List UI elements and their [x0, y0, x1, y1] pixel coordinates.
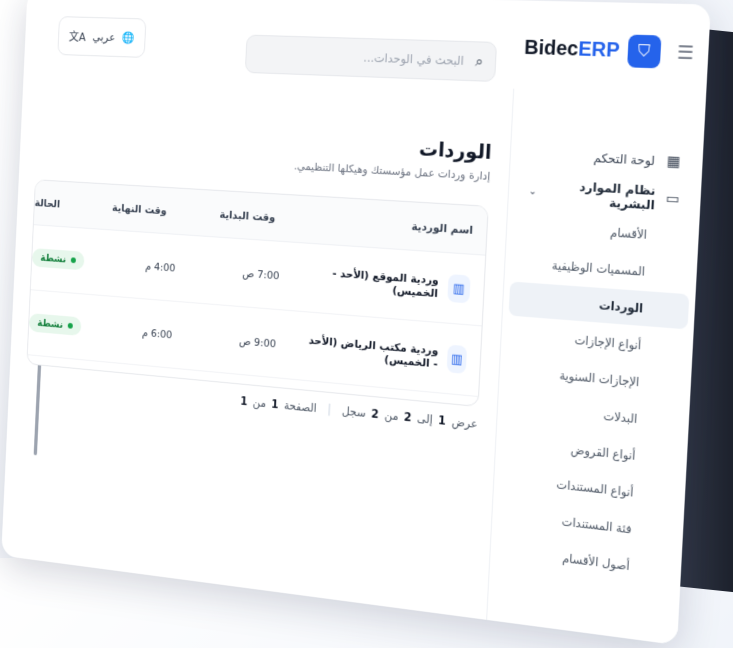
status-cell: نشطة — [31, 248, 110, 272]
page-title: الوردات — [418, 136, 493, 164]
status-badge: نشطة — [31, 248, 85, 271]
page-subtitle: إدارة وردات عمل مؤسستك وهيكلها التنظيمي. — [293, 159, 491, 183]
end-time: 6:00 م — [141, 325, 173, 341]
shift-name-cell: ▥ وردية مكتب الرياض (الأحد - الخميس) — [307, 333, 481, 375]
sidebar: ▦ لوحة التحكم ▭ نظام الموارد البشرية ⌄ ا… — [486, 88, 707, 646]
pager-total: 2 — [371, 406, 380, 422]
pager-pages: 1 — [240, 394, 248, 409]
status-dot-icon — [70, 257, 77, 264]
pager-page-word: الصفحة — [283, 398, 317, 415]
status-cell: نشطة — [28, 313, 107, 338]
search-box[interactable]: ⌕ — [244, 34, 498, 82]
status-dot-icon — [67, 322, 74, 329]
pager-separator: | — [327, 402, 332, 417]
main-content: الوردات إدارة وردات عمل مؤسستك وهيكلها ا… — [17, 71, 494, 618]
globe-icon: 🌐 — [121, 30, 135, 45]
grid-icon: ▦ — [666, 153, 681, 171]
shift-name[interactable]: وردية الموقع (الأحد - الخميس) — [310, 265, 439, 300]
sidebar-group-label: نظام الموارد البشرية — [579, 179, 656, 213]
brand-name-main: Bidec — [523, 36, 579, 61]
pager-of-word: من — [384, 407, 399, 424]
start-time: 7:00 ص — [242, 266, 280, 282]
start-time: 9:00 ص — [238, 334, 277, 350]
end-time: 4:00 م — [144, 259, 176, 274]
shift-name[interactable]: وردية مكتب الرياض (الأحد - الخميس) — [307, 334, 438, 371]
book-icon: ▭ — [665, 190, 680, 208]
search-icon: ⌕ — [474, 52, 484, 71]
brand: ☰ ⛉ BidecERP — [521, 23, 695, 79]
building-icon: ▥ — [446, 344, 468, 374]
search-input[interactable] — [256, 46, 467, 69]
column-header-name[interactable]: اسم الوردية — [301, 213, 487, 237]
sidebar-item-label: أنواع الإجازات — [574, 332, 642, 353]
language-label: عربي — [92, 30, 116, 44]
app-window: ☰ ⛉ BidecERP ⌕ 🌐 عربي 文A ▦ لوحة التحكم ▭ — [1, 0, 732, 646]
pager-page-of: من — [252, 395, 267, 410]
pager-show: عرض — [451, 414, 479, 431]
building-icon: ▥ — [447, 274, 471, 304]
screen: ☰ ⛉ BidecERP ⌕ 🌐 عربي 文A ▦ لوحة التحكم ▭ — [1, 0, 711, 646]
chevron-down-icon: ⌄ — [528, 185, 538, 198]
sidebar-item-label: أصول الأقسام — [561, 550, 631, 574]
sidebar-item-label: الإجازات السنوية — [559, 368, 640, 390]
pager-page: 1 — [271, 397, 279, 412]
sidebar-item-label: لوحة التحكم — [593, 150, 656, 169]
shield-logo-icon: ⛉ — [626, 34, 662, 69]
pager-from: 1 — [437, 413, 447, 428]
sidebar-item-label: المسميات الوظيفية — [551, 258, 646, 279]
sidebar-item-label: البدلات — [602, 408, 638, 427]
status-text: نشطة — [37, 317, 64, 331]
sidebar-item-label: أنواع القروض — [570, 442, 636, 463]
pager-to: 2 — [403, 409, 412, 425]
translate-icon: 文A — [68, 29, 87, 44]
menu-icon[interactable]: ☰ — [676, 42, 694, 64]
brand-name-accent: ERP — [577, 37, 621, 62]
pager-records: سجل — [341, 403, 367, 420]
language-switcher[interactable]: 🌐 عربي 文A — [57, 16, 147, 58]
sidebar-item-label: الوردات — [598, 298, 644, 316]
brand-name: BidecERP — [524, 36, 620, 62]
column-header-status[interactable]: الحالة — [35, 196, 86, 211]
column-header-start[interactable]: وقت البداية — [195, 206, 302, 225]
sidebar-item-label: فئة المستندات — [561, 514, 632, 537]
column-header-end[interactable]: وقت النهاية — [85, 199, 195, 218]
sidebar-item-label: الأقسام — [609, 225, 648, 242]
shifts-table: اسم الوردية وقت البداية وقت النهاية الحا… — [26, 179, 489, 408]
shift-name-cell: ▥ وردية الموقع (الأحد - الخميس) — [310, 264, 484, 304]
status-badge: نشطة — [28, 313, 82, 336]
pager-to-word: إلى — [416, 411, 433, 427]
status-text: نشطة — [40, 252, 67, 266]
sidebar-item-label: أنواع المستندات — [556, 477, 634, 500]
